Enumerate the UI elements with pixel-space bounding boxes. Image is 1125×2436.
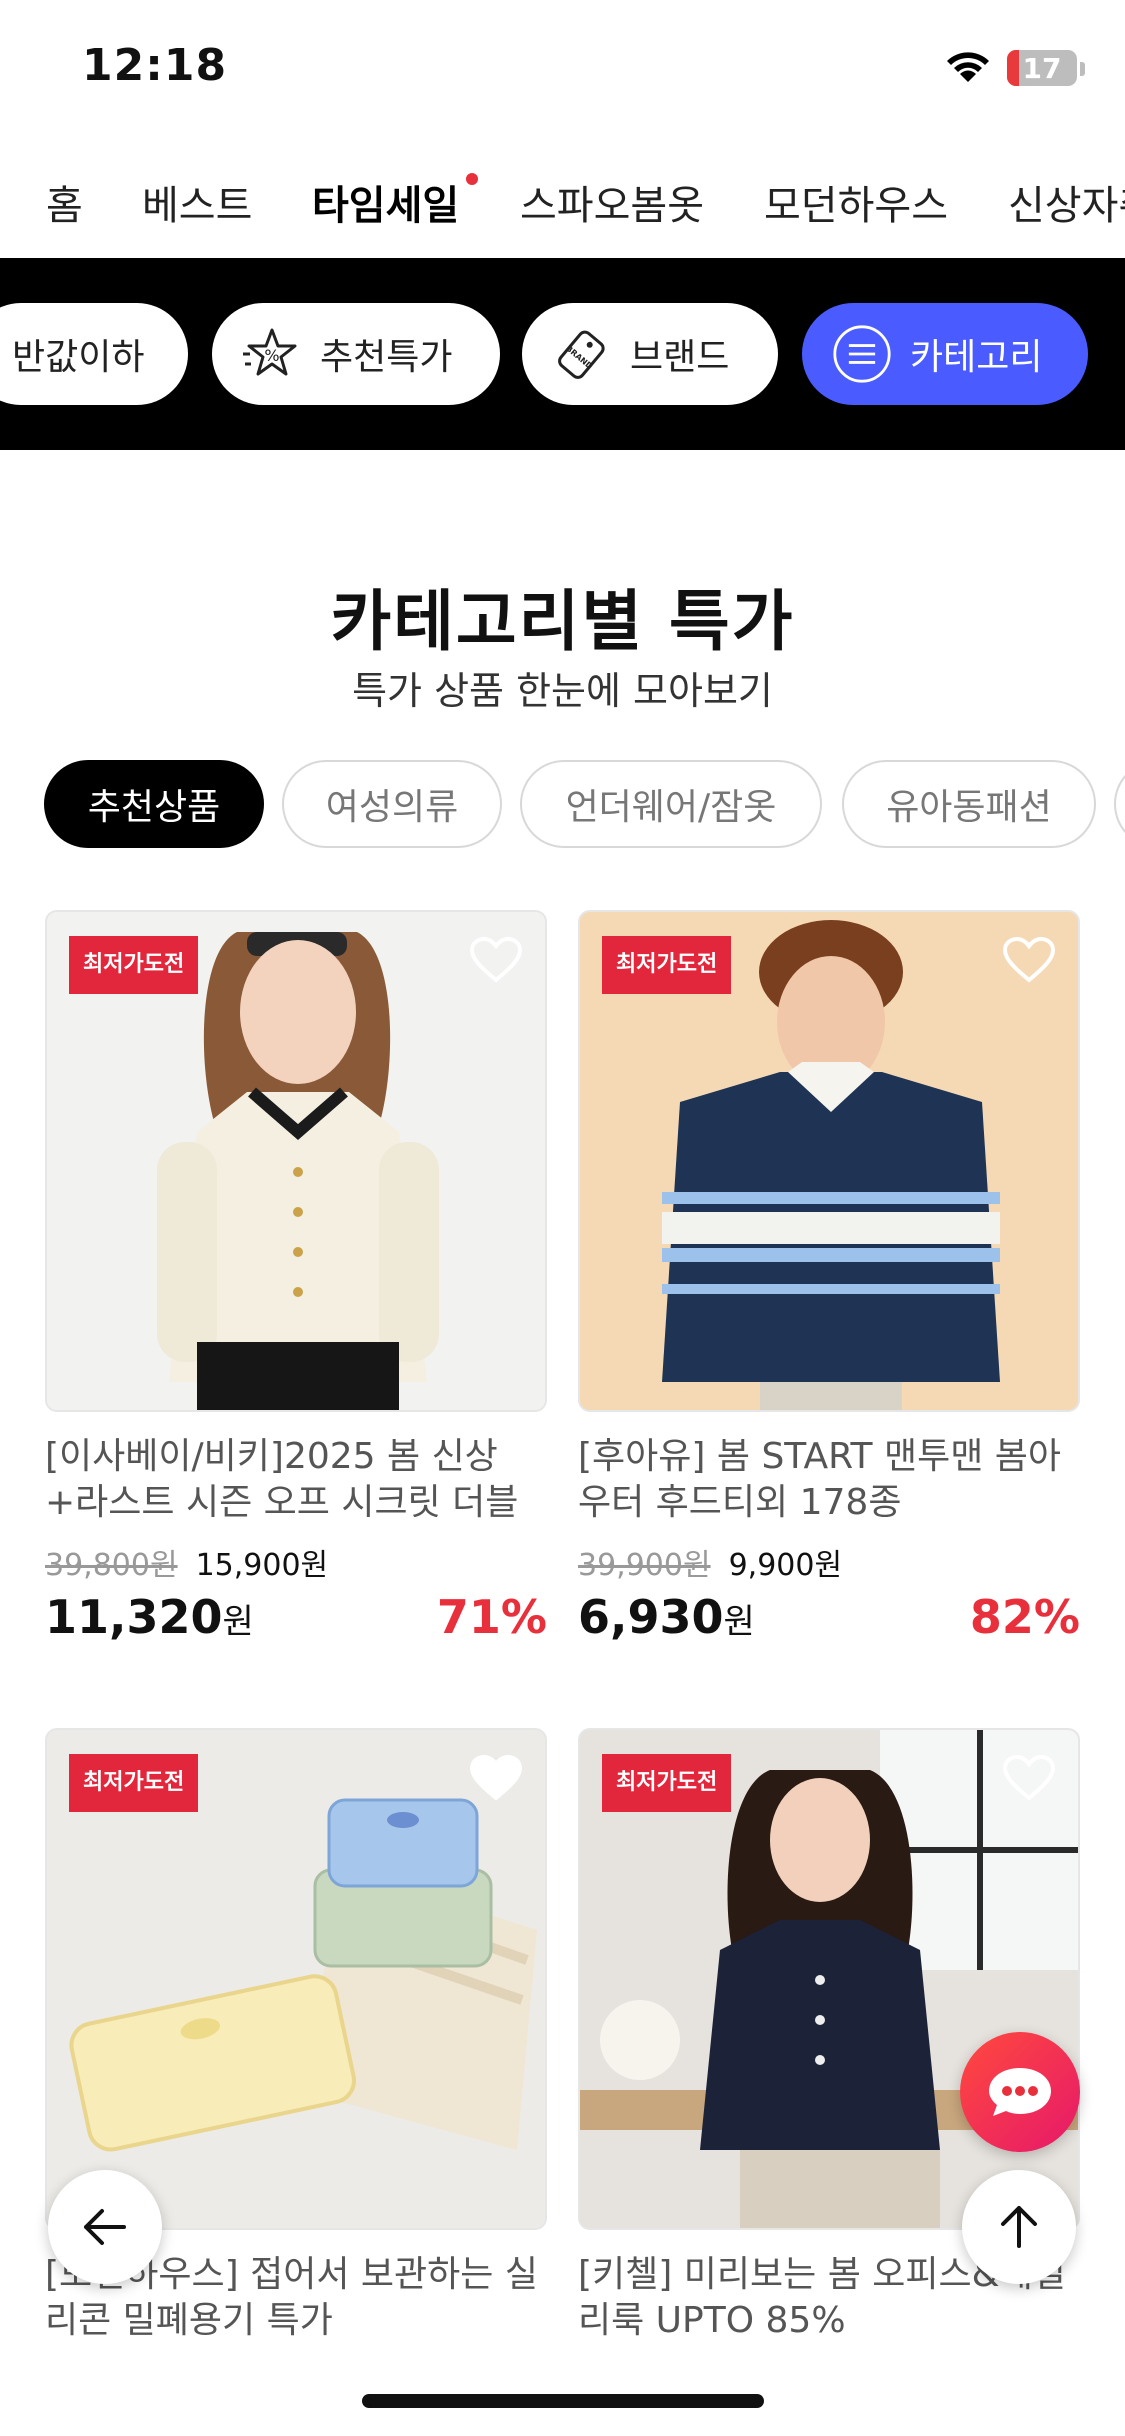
product-image[interactable]: 최저가도전 (578, 1728, 1080, 2230)
status-bar: 12:18 17 (0, 0, 1125, 140)
product-card[interactable]: 최저가도전 [이사베이/비키]2025 봄 신상+라스트 시즌 오프 시크릿 더… (45, 910, 547, 1650)
price-row: 39,900원 9,900원 (578, 1540, 1080, 1584)
svg-text:%: % (264, 346, 279, 365)
wishlist-heart-icon[interactable] (1002, 936, 1056, 988)
quick-brand-button[interactable]: BRAND 브랜드 (522, 303, 778, 405)
product-image[interactable]: 최저가도전 (578, 910, 1080, 1412)
discount-rate: 82% (969, 1590, 1080, 1644)
price-row: 39,800원 15,900원 (45, 1540, 547, 1584)
product-card[interactable]: 최저가도전 [후아유] 봄 START 맨투맨 봄아우터 후드티외 178종 3… (578, 910, 1080, 1650)
nav-item-home[interactable]: 홈 (46, 173, 83, 231)
original-price: 39,800원 (45, 1548, 178, 1583)
final-price-row: 11,320원 71% (45, 1590, 547, 1650)
original-price: 39,900원 (578, 1548, 711, 1583)
battery-icon: 17 (1007, 50, 1077, 86)
quick-half-price-button[interactable]: 반값이하 (0, 303, 188, 405)
new-dot-indicator (466, 173, 478, 185)
discount-rate: 71% (436, 1590, 547, 1644)
back-button[interactable] (48, 2170, 162, 2284)
section-title: 카테고리별 특가 (330, 583, 795, 660)
price-unit: 원 (723, 1602, 755, 1642)
product-title[interactable]: [후아유] 봄 START 맨투맨 봄아우터 후드티외 178종 (578, 1434, 1080, 1526)
nav-item-modernhouse[interactable]: 모던하우스 (764, 173, 948, 231)
menu-icon (832, 324, 892, 384)
lowest-price-badge: 최저가도전 (602, 1754, 732, 1812)
chip-underwear[interactable]: 언더웨어/잠옷 (520, 760, 822, 848)
quick-item-label: 추천특가 (320, 337, 453, 378)
lowest-price-badge: 최저가도전 (69, 1754, 199, 1812)
chip-recommended[interactable]: 추천상품 (44, 760, 264, 848)
nav-item-best[interactable]: 베스트 (142, 173, 252, 231)
quick-recommend-button[interactable]: % 추천특가 (212, 303, 500, 405)
home-indicator (362, 2394, 764, 2408)
product-image[interactable]: 최저가도전 (45, 1728, 547, 2230)
section-subtitle: 특가 상품 한눈에 모아보기 (352, 669, 773, 713)
wishlist-heart-icon[interactable] (469, 936, 523, 988)
final-price: 6,930 (578, 1590, 724, 1644)
final-price: 11,320 (45, 1590, 223, 1644)
price-unit: 원 (222, 1602, 254, 1642)
sale-price: 9,900원 (728, 1548, 843, 1583)
wishlist-heart-icon[interactable] (469, 1754, 523, 1806)
quick-filter-bar: 반값이하 % 추천특가 BRAND 브랜드 카테고리 (0, 258, 1125, 450)
quick-category-button[interactable]: 카테고리 (802, 303, 1088, 405)
arrow-up-icon (1001, 2206, 1037, 2248)
arrow-left-icon (84, 2209, 126, 2245)
quick-item-label: 카테고리 (910, 337, 1043, 378)
sale-price: 15,900원 (195, 1548, 329, 1583)
brand-tag-icon: BRAND (552, 324, 612, 384)
quick-item-label: 브랜드 (630, 337, 730, 378)
star-percent-icon: % (242, 324, 302, 384)
category-chips: 추천상품 여성의류 언더웨어/잠옷 유아동패션 (0, 760, 1125, 850)
battery-level: 17 (1022, 52, 1062, 85)
nav-item-timesale[interactable]: 타임세일 (312, 173, 459, 231)
wifi-icon (945, 48, 991, 88)
top-nav: 홈 베스트 타임세일 스파오봄옷 모던하우스 신상자취 (0, 155, 1125, 255)
lowest-price-badge: 최저가도전 (602, 936, 732, 994)
chat-bubble-icon (989, 2068, 1051, 2116)
lowest-price-badge: 최저가도전 (69, 936, 199, 994)
nav-item-spao[interactable]: 스파오봄옷 (520, 173, 704, 231)
quick-item-label: 반값이하 (12, 337, 145, 378)
scroll-top-button[interactable] (962, 2170, 1076, 2284)
svg-text:BRAND: BRAND (564, 344, 594, 372)
chip-womens-clothing[interactable]: 여성의류 (282, 760, 502, 848)
product-title[interactable]: [이사베이/비키]2025 봄 신상+라스트 시즌 오프 시크릿 더블 … (45, 1434, 547, 1526)
wishlist-heart-icon[interactable] (1002, 1754, 1056, 1806)
chip-more[interactable] (1114, 760, 1125, 848)
final-price-row: 6,930원 82% (578, 1590, 1080, 1650)
chip-kids-fashion[interactable]: 유아동패션 (842, 760, 1096, 848)
chat-button[interactable] (960, 2032, 1080, 2152)
battery-nub (1080, 62, 1085, 76)
nav-item-new-living[interactable]: 신상자취 (1008, 173, 1125, 231)
product-image[interactable]: 최저가도전 (45, 910, 547, 1412)
status-time: 12:18 (82, 40, 228, 91)
